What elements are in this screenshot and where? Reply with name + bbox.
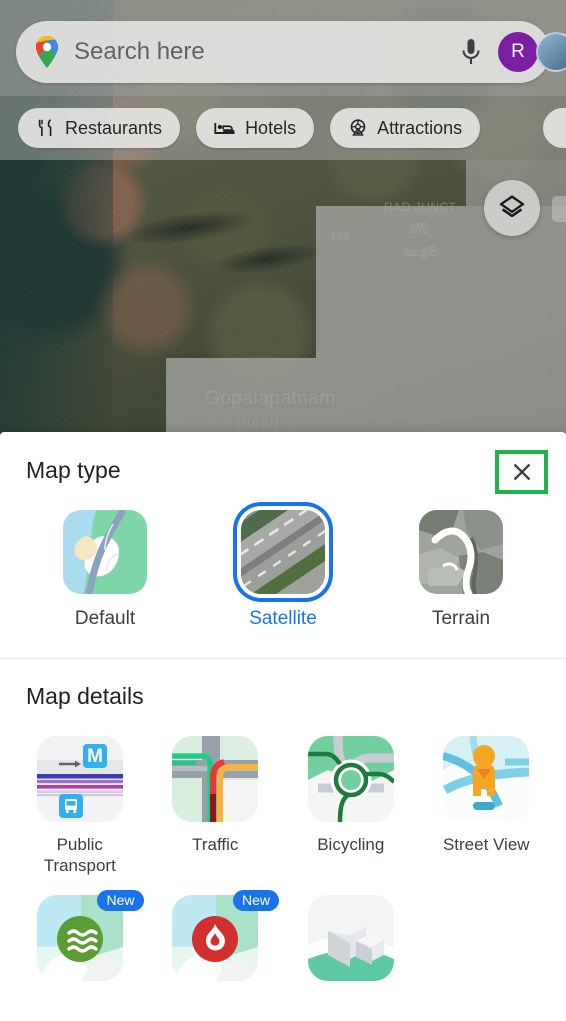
map-type-label: Satellite (249, 608, 317, 629)
map-details-grid: M Public Transport Traffic Bicycling Str… (0, 710, 566, 981)
map-details-title: Map details (26, 683, 144, 709)
map-type-option-default[interactable]: Default (30, 510, 180, 630)
sheet-header: Map type (0, 432, 566, 508)
map-type-label: Default (74, 608, 136, 629)
map-detail-wildfires[interactable]: New (148, 889, 284, 981)
map-detail-label: Traffic (192, 835, 239, 854)
chip-label: Restaurants (65, 117, 163, 138)
map-detail-label: Street View (442, 835, 530, 854)
map-detail-traffic[interactable]: Traffic (148, 736, 284, 877)
chip-attractions[interactable]: Attractions (330, 108, 481, 148)
hotel-bed-icon (214, 119, 236, 138)
map-control-peek[interactable] (552, 196, 566, 222)
chip-restaurants[interactable]: Restaurants (18, 108, 181, 148)
map-detail-label: Public Transport (43, 835, 116, 876)
map-type-title: Map type (26, 456, 121, 483)
new-badge: New (97, 889, 144, 911)
satellite-map-thumb (241, 510, 325, 594)
close-icon (510, 460, 534, 484)
map-type-option-terrain[interactable]: Terrain (386, 510, 536, 630)
map-detail-3d-buildings[interactable] (283, 894, 419, 981)
svg-text:M: M (87, 746, 103, 767)
public-transport-thumb: M (36, 736, 123, 822)
traffic-thumb (172, 736, 259, 822)
map-detail-bicycling[interactable]: Bicycling (283, 736, 419, 877)
search-input[interactable] (74, 38, 452, 66)
ferris-wheel-icon (348, 118, 368, 138)
map-scrim-region-3 (166, 358, 566, 440)
category-chip-row: Restaurants Hotels Attractions (18, 108, 481, 148)
street-view-thumb (443, 736, 530, 822)
layers-button[interactable] (484, 180, 540, 236)
map-detail-air-quality[interactable]: New (12, 889, 148, 981)
restaurant-icon (36, 118, 56, 138)
avatar[interactable]: R (498, 32, 538, 72)
close-button[interactable] (495, 450, 548, 494)
default-map-thumb (63, 510, 147, 594)
avatar-secondary-peek[interactable] (536, 32, 566, 72)
map-detail-label: Bicycling (317, 835, 385, 854)
map-type-options: Default Satellite Terrain (0, 510, 566, 630)
bicycling-thumb (307, 736, 394, 822)
new-badge: New (232, 889, 279, 911)
google-maps-pin-icon (32, 35, 62, 69)
avatar-initial: R (511, 41, 525, 62)
layers-icon (498, 194, 526, 222)
map-detail-public-transport[interactable]: M Public Transport (12, 736, 148, 877)
chip-label: Attractions (377, 117, 463, 138)
terrain-map-thumb (419, 510, 503, 594)
map-type-label: Terrain (431, 608, 491, 629)
chip-hotels[interactable]: Hotels (196, 108, 315, 148)
microphone-icon[interactable] (458, 37, 484, 67)
search-bar[interactable]: R (16, 21, 566, 83)
map-type-option-satellite[interactable]: Satellite (208, 510, 358, 630)
map-detail-street-view[interactable]: Street View (419, 736, 555, 877)
map-layers-bottom-sheet: Map type Default Satellite Terrain Map d… (0, 432, 566, 1021)
google-maps-screen: RAD JUNCT రోడ్ జంక్షన్ 109 Gopalapatnam … (0, 0, 566, 1021)
3d-buildings-thumb (307, 894, 394, 981)
chip-label: Hotels (245, 117, 297, 138)
